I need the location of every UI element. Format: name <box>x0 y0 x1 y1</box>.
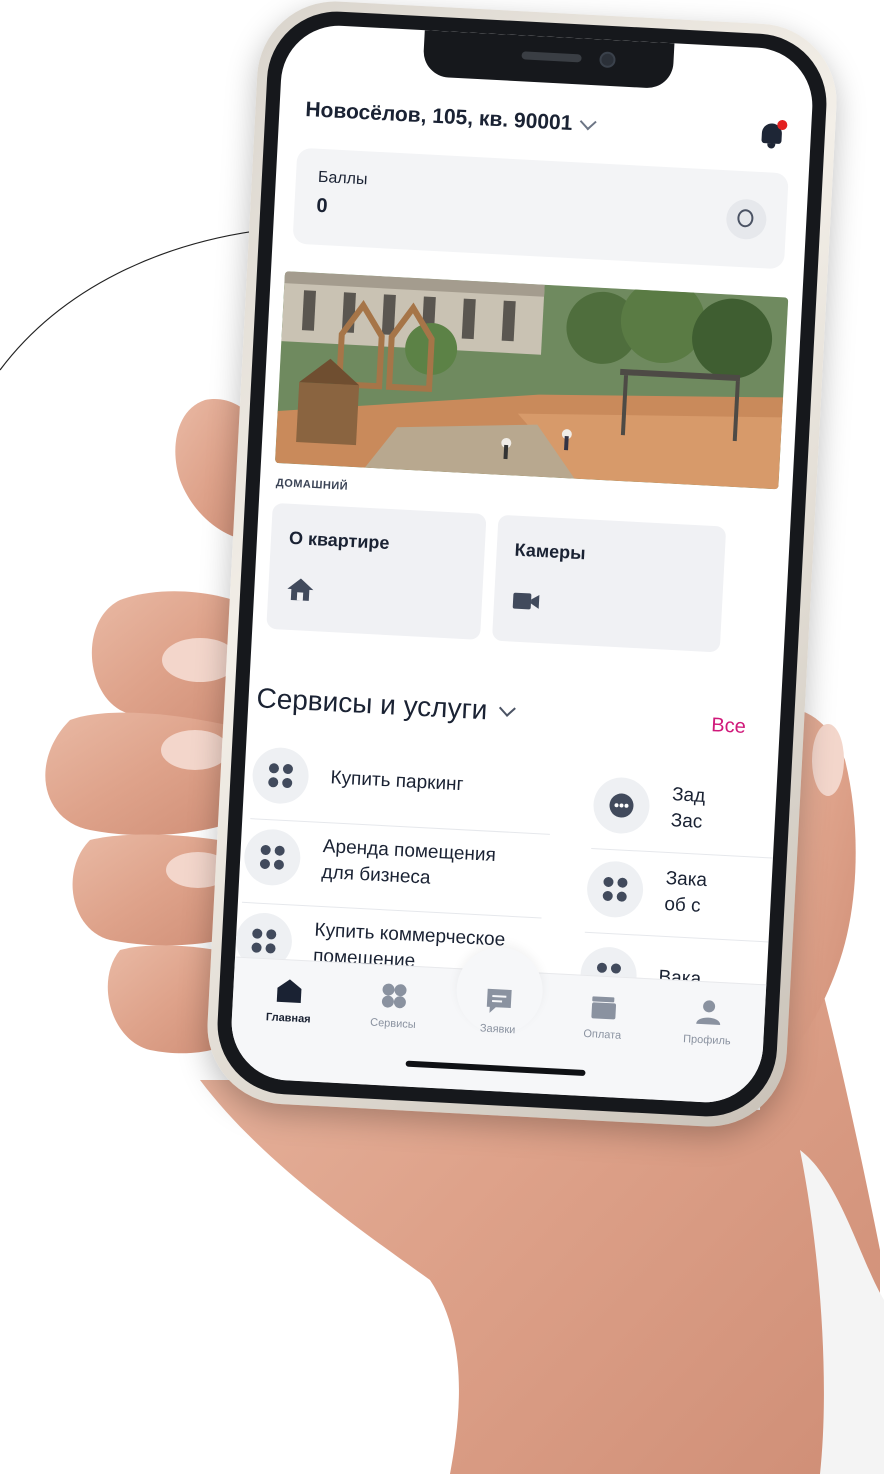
points-label: Баллы <box>317 168 368 189</box>
service-item-label: Купить паркинг <box>329 767 465 796</box>
tab-label: Профиль <box>682 1033 731 1048</box>
app-screen: Новосёлов, 105, кв. 90001 Баллы 0 ДОМАШН… <box>228 22 816 1106</box>
top-bar: Новосёлов, 105, кв. 90001 <box>304 90 788 155</box>
notification-dot <box>777 119 788 131</box>
home-content: Новосёлов, 105, кв. 90001 Баллы 0 ДОМАШН… <box>228 23 816 1106</box>
tab-label: Оплата <box>583 1027 622 1042</box>
speaker-grille <box>521 51 582 63</box>
front-camera <box>599 51 616 69</box>
wallet-icon <box>591 996 616 1020</box>
services-icon <box>382 983 407 1009</box>
banner-tag: ДОМАШНИЙ <box>275 477 349 493</box>
service-item-right-1[interactable]: Зад Зас <box>592 776 706 838</box>
tab-home[interactable]: Главная <box>243 974 335 1027</box>
tab-profile[interactable]: Профиль <box>662 996 754 1049</box>
points-value: 0 <box>315 194 329 218</box>
tab-label: Заявки <box>479 1022 516 1037</box>
tile-apartment-label: О квартире <box>288 527 390 554</box>
tab-services[interactable]: Сервисы <box>348 980 440 1033</box>
services-icon <box>585 859 645 919</box>
address-selector[interactable]: Новосёлов, 105, кв. 90001 <box>304 98 597 137</box>
tab-label: Сервисы <box>369 1016 417 1032</box>
tile-cameras-label: Камеры <box>514 539 587 564</box>
home-indicator[interactable] <box>405 1060 586 1077</box>
tile-cameras[interactable]: Камеры <box>491 514 727 653</box>
more-icon <box>592 776 651 835</box>
services-title-label: Сервисы и услуги <box>255 682 489 726</box>
tile-apartment[interactable]: О квартире <box>266 502 487 640</box>
address-label: Новосёлов, 105, кв. 90001 <box>304 98 573 136</box>
tab-payment[interactable]: Оплата <box>557 991 649 1044</box>
tab-requests[interactable]: Заявки <box>452 985 544 1038</box>
service-item-buy-parking[interactable]: Купить паркинг <box>251 746 465 813</box>
complex-banner-image[interactable] <box>274 271 789 490</box>
list-divider <box>591 848 791 860</box>
service-item-label: Аренда помещения для бизнеса <box>321 836 497 889</box>
list-divider <box>584 931 785 944</box>
services-icon <box>242 827 302 887</box>
chevron-down-icon <box>499 699 516 717</box>
bell-icon[interactable] <box>758 119 788 150</box>
profile-icon <box>695 1000 720 1025</box>
service-item-label: Зад Зас <box>670 784 706 833</box>
coin-icon[interactable] <box>725 198 768 241</box>
home-icon <box>277 979 302 1004</box>
chevron-down-icon <box>579 113 597 131</box>
service-item-rent-business-space[interactable]: Аренда помещения для бизнеса <box>242 827 497 897</box>
home-icon <box>287 578 314 601</box>
phone-device: Новосёлов, 105, кв. 90001 Баллы 0 ДОМАШН… <box>203 0 841 1131</box>
services-section-title[interactable]: Сервисы и услуги <box>255 682 516 727</box>
services-all-link[interactable]: Все <box>711 714 747 739</box>
services-icon <box>251 746 311 806</box>
requests-icon <box>486 988 512 1013</box>
tab-label: Главная <box>265 1011 311 1026</box>
service-item-label: Зака об с <box>663 868 708 917</box>
video-camera-icon <box>512 592 540 610</box>
points-card[interactable]: Баллы 0 <box>292 147 789 270</box>
service-item-right-2[interactable]: Зака об с <box>585 859 708 922</box>
